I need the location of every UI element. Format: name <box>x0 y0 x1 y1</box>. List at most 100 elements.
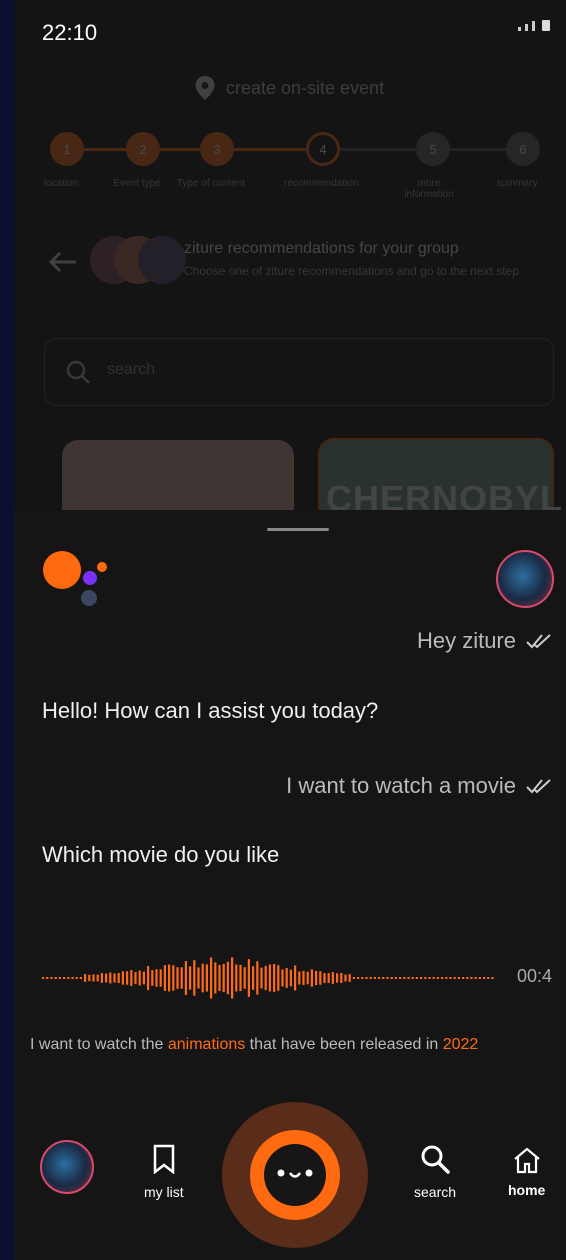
waveform-bar <box>390 977 393 979</box>
waveform-bar <box>336 973 339 983</box>
waveform-bar <box>273 964 276 992</box>
nav-my-list-label: my list <box>144 1184 184 1200</box>
waveform-bar <box>96 974 99 982</box>
waveform-bar <box>168 964 171 992</box>
step-6[interactable]: 6 <box>506 132 540 166</box>
waveform-bar <box>436 977 439 979</box>
waveform-bar <box>327 973 330 983</box>
waveform-bar <box>348 974 351 982</box>
search-field[interactable]: search <box>44 338 554 406</box>
waveform-bar <box>289 969 292 987</box>
waveform-bar <box>281 969 284 987</box>
step-2[interactable]: 2 <box>126 132 160 166</box>
waveform-bar <box>357 977 360 979</box>
waveform-bar <box>457 977 460 979</box>
waveform-bar <box>323 973 326 983</box>
waveform-bar <box>235 964 238 992</box>
voice-assistant-button[interactable] <box>222 1102 368 1248</box>
waveform-bar <box>306 971 309 985</box>
waveform-bar <box>231 957 234 999</box>
assistant-face-icon <box>277 1169 313 1178</box>
search-icon <box>66 360 90 384</box>
voice-waveform[interactable] <box>42 948 494 1008</box>
waveform-bar <box>373 977 376 979</box>
waveform-bar <box>294 965 297 991</box>
waveform-bar <box>399 977 402 979</box>
waveform-bar <box>331 972 334 984</box>
battery-icon <box>542 20 550 31</box>
waveform-bar <box>432 977 435 979</box>
waveform-bar <box>403 977 406 979</box>
sheet-grabber[interactable] <box>267 528 329 531</box>
nav-search[interactable]: search <box>414 1144 456 1200</box>
waveform-bar <box>344 974 347 982</box>
waveform-bar <box>54 977 57 979</box>
waveform-bar <box>88 974 91 982</box>
waveform-bar <box>226 961 229 995</box>
search-icon <box>421 1145 450 1174</box>
nav-profile-avatar[interactable] <box>40 1140 94 1194</box>
waveform-bar <box>147 966 150 990</box>
waveform-bar <box>386 977 389 979</box>
waveform-bar <box>407 977 410 979</box>
waveform-bar <box>420 977 423 979</box>
waveform-bar <box>172 965 175 991</box>
background-screen: create on-site event 1 2 3 4 5 6 locatio… <box>14 60 566 532</box>
waveform-bar <box>268 964 271 992</box>
waveform-bar <box>79 977 82 979</box>
voice-transcript: I want to watch the animations that have… <box>30 1036 479 1053</box>
waveform-bar <box>445 977 448 979</box>
search-placeholder: search <box>107 361 156 378</box>
step-1[interactable]: 1 <box>50 132 84 166</box>
waveform-bar <box>428 977 431 979</box>
user-avatar[interactable] <box>496 550 554 608</box>
waveform-bar <box>252 966 255 990</box>
waveform-bar <box>453 977 456 979</box>
waveform-bar <box>340 973 343 983</box>
background-title-text: create on-site event <box>226 77 385 98</box>
waveform-bar <box>382 977 385 979</box>
waveform-bar <box>155 969 158 987</box>
waveform-bar <box>117 972 120 984</box>
waveform-bar <box>67 977 70 979</box>
step-3[interactable]: 3 <box>200 132 234 166</box>
bookmark-icon <box>153 1144 175 1174</box>
back-arrow-icon[interactable] <box>48 250 78 274</box>
waveform-bar <box>365 977 368 979</box>
waveform-bar <box>218 965 221 991</box>
waveform-bar <box>466 977 469 979</box>
waveform-bar <box>298 971 301 985</box>
step-label: more information <box>404 178 454 200</box>
double-check-icon <box>526 779 551 794</box>
transcript-highlight: 2022 <box>442 1036 479 1053</box>
waveform-bar <box>239 964 242 992</box>
nav-search-label: search <box>414 1184 457 1200</box>
waveform-bar <box>415 977 418 979</box>
nav-home[interactable]: home <box>508 1146 545 1198</box>
waveform-bar <box>491 977 494 979</box>
stepper-line-done <box>50 148 305 151</box>
step-4[interactable]: 4 <box>306 132 340 166</box>
waveform-bar <box>247 959 250 997</box>
waveform-bar <box>75 977 78 979</box>
group-avatar <box>138 236 186 284</box>
step-label: Type of content <box>176 178 246 189</box>
waveform-bar <box>163 965 166 991</box>
waveform-bar <box>210 957 213 999</box>
step-label: summary <box>496 178 538 189</box>
waveform-bar <box>478 977 481 979</box>
waveform-bar <box>189 966 192 990</box>
status-time: 22:10 <box>42 20 98 45</box>
recommendation-description: Choose one of ziture recommendations and… <box>184 264 519 278</box>
nav-my-list[interactable]: my list <box>144 1144 184 1200</box>
nav-home-label: home <box>508 1182 546 1198</box>
waveform-bar <box>100 973 103 983</box>
signal-bar <box>525 24 528 31</box>
waveform-bar <box>369 977 372 979</box>
step-label: recommendation <box>284 178 359 189</box>
waveform-bar <box>205 964 208 992</box>
waveform-bar <box>256 961 259 995</box>
assistant-message: Hello! How can I assist you today? <box>42 698 379 723</box>
user-message: Hey ziture <box>417 628 552 654</box>
step-5[interactable]: 5 <box>416 132 450 166</box>
